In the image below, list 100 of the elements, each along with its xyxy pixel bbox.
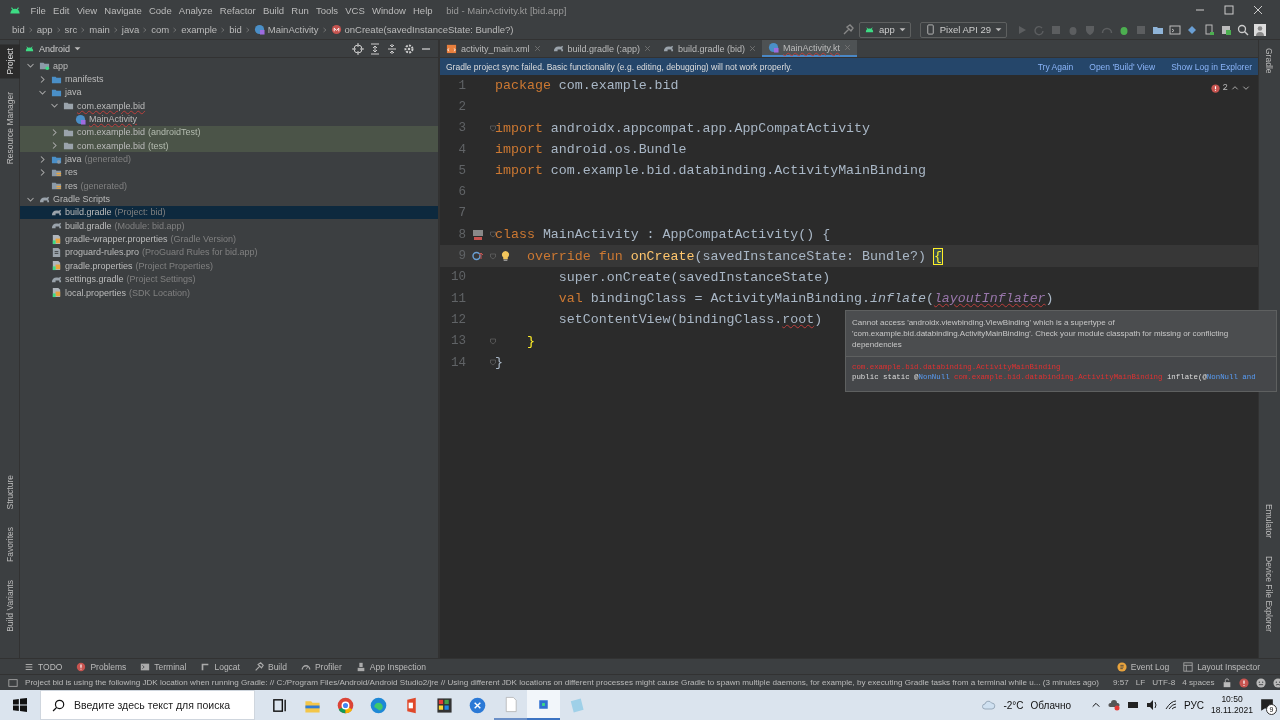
- view-dropdown[interactable]: Android: [24, 43, 82, 54]
- tree-item[interactable]: local.properties (SDK Location): [20, 285, 438, 300]
- smiley-icon[interactable]: [1255, 677, 1266, 688]
- breadcrumb[interactable]: example: [181, 24, 218, 35]
- tree-item[interactable]: settings.gradle (Project Settings): [20, 272, 438, 286]
- avatar-icon[interactable]: [1254, 23, 1266, 36]
- breadcrumb[interactable]: onCreate(savedInstanceState: Bundle?): [330, 24, 514, 35]
- phone-icon[interactable]: [1203, 23, 1215, 36]
- breadcrumb[interactable]: app: [36, 24, 53, 35]
- fold-icon[interactable]: [490, 251, 496, 261]
- close-icon[interactable]: [1252, 4, 1264, 16]
- device-dropdown[interactable]: Pixel API 29: [919, 21, 1007, 38]
- override-icon[interactable]: [472, 250, 484, 262]
- menu-item[interactable]: File: [27, 4, 50, 16]
- tree-item[interactable]: gradle-wrapper.properties (Gradle Version): [20, 232, 438, 246]
- status-item[interactable]: LF: [1135, 678, 1146, 687]
- tool-window-tab[interactable]: Favorites: [0, 523, 20, 567]
- tree-item[interactable]: com.example.bid: [20, 99, 438, 113]
- tree-item[interactable]: gradle.properties (Project Properties): [20, 259, 438, 273]
- run-config-dropdown[interactable]: app: [858, 21, 911, 38]
- collapse-all-icon[interactable]: [386, 42, 398, 55]
- status-item[interactable]: UTF-8: [1152, 678, 1176, 687]
- menu-item[interactable]: Window: [368, 4, 410, 16]
- breadcrumb[interactable]: main: [89, 24, 110, 35]
- tool-window-button[interactable]: Problems: [76, 661, 127, 672]
- menu-item[interactable]: Code: [145, 4, 176, 16]
- tool-window-button[interactable]: Layout Inspector: [1183, 661, 1260, 672]
- breadcrumb[interactable]: MainActivity: [253, 24, 319, 35]
- tool-window-tab[interactable]: Structure: [0, 470, 20, 514]
- tool-window-button[interactable]: Terminal: [140, 661, 187, 672]
- tree-item[interactable]: com.example.bid (androidTest): [20, 125, 438, 140]
- link[interactable]: Open 'Build' View: [1089, 61, 1156, 72]
- tool-window-button[interactable]: App Inspection: [355, 661, 427, 672]
- editor-tab[interactable]: build.gradle (:app): [546, 40, 658, 57]
- tree-item[interactable]: res (generated): [20, 179, 438, 193]
- tree-item[interactable]: MainActivity: [20, 112, 438, 126]
- breadcrumb[interactable]: com: [151, 24, 170, 35]
- breadcrumb[interactable]: java: [121, 24, 140, 35]
- tree-item[interactable]: com.example.bid (test): [20, 139, 438, 153]
- menu-item[interactable]: Run: [287, 4, 313, 16]
- link[interactable]: Show Log in Explorer: [1171, 61, 1252, 72]
- tree-item[interactable]: res: [20, 165, 438, 180]
- tool-window-tab[interactable]: Device File Explorer: [1259, 551, 1279, 636]
- menu-item[interactable]: View: [73, 4, 101, 16]
- breadcrumb[interactable]: bid: [12, 24, 25, 35]
- editor-tab[interactable]: build.gradle (bid): [657, 40, 763, 57]
- tool-window-button[interactable]: Logcat: [200, 661, 240, 672]
- menu-item[interactable]: Refactor: [216, 4, 260, 16]
- chevron-down-icon[interactable]: [49, 101, 59, 111]
- search-field[interactable]: Введите здесь текст для поиска: [40, 690, 255, 720]
- clock[interactable]: 10:50 18.11.2021: [1211, 694, 1253, 716]
- terminal-icon[interactable]: [1169, 23, 1181, 36]
- menu-item[interactable]: Navigate: [100, 4, 146, 16]
- weather-condition[interactable]: Облачно: [1030, 699, 1072, 711]
- tree-item[interactable]: app: [20, 59, 438, 73]
- temperature[interactable]: -2°C: [1003, 699, 1024, 711]
- expand-all-icon[interactable]: [369, 42, 381, 55]
- device-icon[interactable]: [1127, 699, 1140, 711]
- menu-item[interactable]: Tools: [312, 4, 342, 16]
- tool-window-tab[interactable]: Project: [0, 44, 20, 79]
- menu-item[interactable]: VCS: [341, 4, 369, 16]
- tool-window-tab[interactable]: Build Variants: [0, 576, 20, 636]
- hammer-icon[interactable]: [841, 23, 854, 36]
- status-icon[interactable]: [8, 677, 18, 688]
- editor-tab[interactable]: MainActivity.kt: [762, 40, 857, 57]
- tree-item[interactable]: manifests: [20, 72, 438, 86]
- smiley-icon[interactable]: [1272, 677, 1280, 688]
- settings-icon[interactable]: [403, 42, 415, 55]
- tool-window-tab[interactable]: Gradle: [1259, 44, 1279, 78]
- tool-window-button[interactable]: Profiler: [300, 661, 342, 672]
- fold-icon[interactable]: [490, 230, 496, 240]
- fold-icon[interactable]: [490, 336, 496, 346]
- maximize-icon[interactable]: [1223, 4, 1235, 16]
- status-item[interactable]: 9:57: [1113, 678, 1129, 687]
- breadcrumb[interactable]: bid: [229, 24, 242, 35]
- search-icon[interactable]: [1237, 23, 1249, 36]
- tool-window-button[interactable]: Build: [253, 661, 287, 672]
- cube-icon[interactable]: [1220, 23, 1232, 36]
- lock-icon[interactable]: [1221, 677, 1232, 688]
- menu-item[interactable]: Help: [409, 4, 437, 16]
- menu-item[interactable]: Analyze: [175, 4, 217, 16]
- tree-item[interactable]: proguard-rules.pro (ProGuard Rules for bid.app): [20, 245, 438, 260]
- tree-item[interactable]: Gradle Scripts: [20, 192, 438, 206]
- chevron-down-icon[interactable]: [1242, 84, 1250, 92]
- breadcrumb[interactable]: src: [64, 24, 78, 35]
- chevron-down-icon[interactable]: [25, 61, 35, 71]
- error-icon[interactable]: [1238, 677, 1249, 688]
- fold-icon[interactable]: [490, 123, 496, 133]
- tool-window-button[interactable]: Event Log: [1116, 661, 1170, 672]
- status-item[interactable]: 4 spaces: [1182, 678, 1215, 687]
- tool-window-tab[interactable]: Emulator: [1259, 499, 1279, 542]
- tree-item[interactable]: build.gradle (Project: bid): [20, 205, 438, 220]
- layout-icon[interactable]: [472, 228, 484, 241]
- locate-icon[interactable]: [352, 42, 364, 55]
- speaker-icon[interactable]: [1146, 699, 1159, 711]
- editor-tab[interactable]: activity_main.xml: [440, 40, 547, 57]
- lightbulb-icon[interactable]: [500, 249, 511, 263]
- tool-window-button[interactable]: TODO: [24, 661, 63, 672]
- chevron-up-icon[interactable]: [1231, 84, 1239, 92]
- input-language[interactable]: РУС: [1184, 699, 1205, 711]
